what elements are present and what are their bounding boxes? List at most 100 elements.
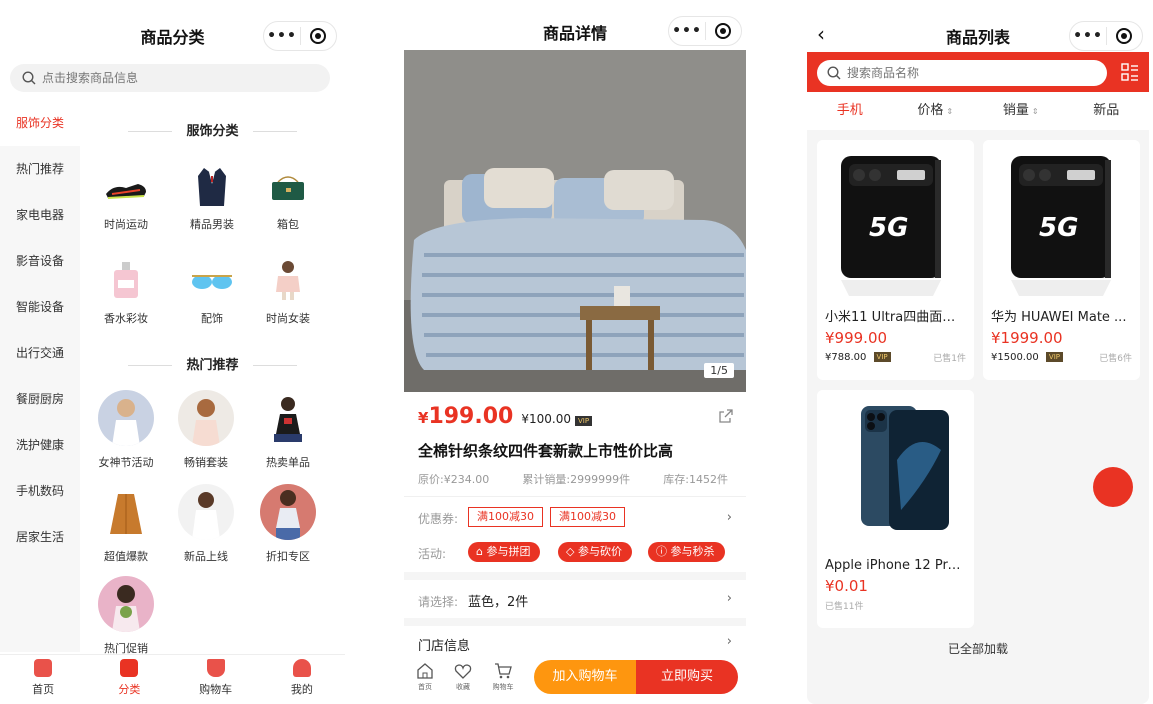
- category-item[interactable]: 折扣专区: [248, 484, 328, 564]
- sort-price[interactable]: 价格 ⇕: [893, 92, 979, 130]
- product-title: 全棉针织条纹四件套新款上市性价比高: [418, 442, 674, 460]
- sold-count: 已售6件: [1099, 354, 1132, 364]
- product-card[interactable]: 5G 小米11 Ultra四曲面柔... ¥999.00 ¥788.00 VIP…: [817, 140, 974, 380]
- cart-icon: [206, 659, 225, 677]
- tab-cart[interactable]: 购物车: [173, 655, 259, 704]
- search-bar[interactable]: [10, 64, 330, 92]
- sneaker-image: [104, 164, 148, 208]
- action-bar: 首页 收藏 购物车 加入购物车 立即购买: [404, 656, 746, 704]
- detail-screen: 商品详情 ••• 1/5 ¥199.00 ¥100.00 VIP 全棉针织条纹四…: [404, 0, 746, 704]
- more-icon[interactable]: •••: [669, 17, 705, 45]
- sidebar-item-av[interactable]: 影音设备: [0, 238, 80, 284]
- sold-count: 已售11件: [825, 602, 864, 612]
- carousel-pager: 1/5: [704, 363, 734, 378]
- category-item[interactable]: 畅销套装: [166, 390, 246, 470]
- flash-sale-button[interactable]: ⓘ 参与秒杀: [648, 542, 725, 562]
- heart-icon: [454, 664, 472, 679]
- category-item[interactable]: 香水彩妆: [86, 258, 166, 326]
- category-item[interactable]: 配饰: [172, 258, 252, 326]
- category-item[interactable]: 热门促销: [86, 576, 166, 656]
- sort-phone[interactable]: 手机: [807, 92, 893, 130]
- home-button[interactable]: 首页: [412, 662, 438, 692]
- sort-new[interactable]: 新品: [1064, 92, 1150, 130]
- category-item[interactable]: 箱包: [248, 164, 328, 232]
- sold-count: 已售1件: [933, 354, 966, 364]
- promo-image: [98, 390, 154, 446]
- product-image: 5G: [983, 140, 1140, 300]
- category-navbar: 商品分类 •••: [0, 0, 345, 64]
- selected-spec[interactable]: 蓝色，2件: [468, 591, 528, 610]
- tab-profile[interactable]: 我的: [259, 655, 345, 704]
- tab-home[interactable]: 首页: [0, 655, 86, 704]
- category-item[interactable]: 热卖单品: [248, 390, 328, 470]
- target-icon[interactable]: [1107, 28, 1142, 44]
- vip-badge: VIP: [574, 416, 593, 426]
- product-image: 5G: [817, 140, 974, 300]
- promo-image: [178, 484, 234, 540]
- buy-now-button[interactable]: 立即购买: [636, 660, 738, 694]
- sort-sales[interactable]: 销量 ⇕: [978, 92, 1064, 130]
- cart-button[interactable]: 购物车: [490, 662, 516, 692]
- product-price: ¥0.01: [825, 577, 868, 595]
- more-icon[interactable]: •••: [1070, 22, 1106, 50]
- promo-image: [98, 484, 154, 540]
- bargain-button[interactable]: ◇ 参与砍价: [558, 542, 632, 562]
- bag-image: [266, 164, 310, 208]
- add-to-cart-button[interactable]: 加入购物车: [534, 660, 636, 694]
- chevron-right-icon[interactable]: ›: [727, 591, 732, 606]
- womenswear-image: [266, 258, 310, 302]
- list-screen: ‹ 商品列表 ••• 手机 价格⇕ 销量⇕ 新品 5G: [807, 0, 1149, 704]
- tab-category[interactable]: 分类: [86, 655, 172, 704]
- store-info[interactable]: 门店信息: [418, 635, 470, 654]
- chevron-right-icon[interactable]: ›: [727, 510, 732, 525]
- search-bar[interactable]: [817, 60, 1107, 86]
- category-icon: [120, 659, 139, 677]
- mini-program-capsule: •••: [1069, 21, 1143, 51]
- product-name: 小米11 Ultra四曲面柔...: [825, 310, 968, 325]
- sidebar-item-appliances[interactable]: 家电电器: [0, 192, 80, 238]
- share-icon[interactable]: [718, 408, 734, 424]
- target-icon[interactable]: [706, 23, 741, 39]
- coupon-tag[interactable]: 满100减30: [468, 507, 543, 527]
- category-item[interactable]: 时尚运动: [86, 164, 166, 232]
- category-item[interactable]: 时尚女装: [248, 258, 328, 326]
- search-input[interactable]: [42, 71, 302, 85]
- mini-program-capsule: •••: [263, 21, 337, 51]
- target-icon[interactable]: [301, 28, 336, 44]
- search-input[interactable]: [847, 66, 1087, 80]
- sidebar-item-smart[interactable]: 智能设备: [0, 284, 80, 330]
- sidebar-item-home[interactable]: 居家生活: [0, 514, 80, 560]
- total-sales: 累计销量:2999999件: [522, 473, 631, 486]
- sidebar-item-care[interactable]: 洗护健康: [0, 422, 80, 468]
- category-item[interactable]: 超值爆款: [86, 484, 166, 564]
- section-title: 服饰分类: [80, 120, 345, 139]
- sidebar-item-digital[interactable]: 手机数码: [0, 468, 80, 514]
- price-row: ¥199.00 ¥100.00 VIP: [418, 404, 593, 429]
- more-icon[interactable]: •••: [264, 22, 300, 50]
- category-item[interactable]: 精品男装: [172, 164, 252, 232]
- search-header: [807, 52, 1149, 92]
- 5g-badge: 5G: [1039, 213, 1078, 243]
- sidebar-item-kitchen[interactable]: 餐厨厨房: [0, 376, 80, 422]
- product-card[interactable]: Apple iPhone 12 Pro ... ¥0.01 已售11件: [817, 390, 974, 628]
- grid-icon[interactable]: [1121, 62, 1139, 82]
- product-card[interactable]: 5G 华为 HUAWEI Mate ... ¥1999.00 ¥1500.00 …: [983, 140, 1140, 380]
- sidebar-item-clothing[interactable]: 服饰分类: [0, 100, 80, 146]
- floating-action-button[interactable]: [1093, 467, 1133, 507]
- sort-arrow-icon: ⇕: [946, 107, 954, 116]
- chevron-right-icon[interactable]: ›: [727, 634, 732, 649]
- perfume-image: [104, 258, 148, 302]
- product-image: [817, 390, 974, 550]
- load-complete-text: 已全部加载: [947, 642, 1008, 656]
- coupon-tag[interactable]: 满100减30: [550, 507, 625, 527]
- product-meta: 原价:¥234.00 累计销量:2999999件 库存:1452件: [418, 471, 728, 487]
- category-item[interactable]: 女神节活动: [86, 390, 166, 470]
- group-buy-button[interactable]: ⌂ 参与拼团: [468, 542, 541, 562]
- product-image-carousel[interactable]: 1/5: [404, 50, 746, 392]
- tab-bar: 首页 分类 购物车 我的: [0, 654, 345, 704]
- category-item[interactable]: 新品上线: [166, 484, 246, 564]
- sidebar-item-hot[interactable]: 热门推荐: [0, 146, 80, 192]
- sidebar-item-travel[interactable]: 出行交通: [0, 330, 80, 376]
- favorite-button[interactable]: 收藏: [450, 662, 476, 692]
- product-name: 华为 HUAWEI Mate ...: [991, 310, 1127, 325]
